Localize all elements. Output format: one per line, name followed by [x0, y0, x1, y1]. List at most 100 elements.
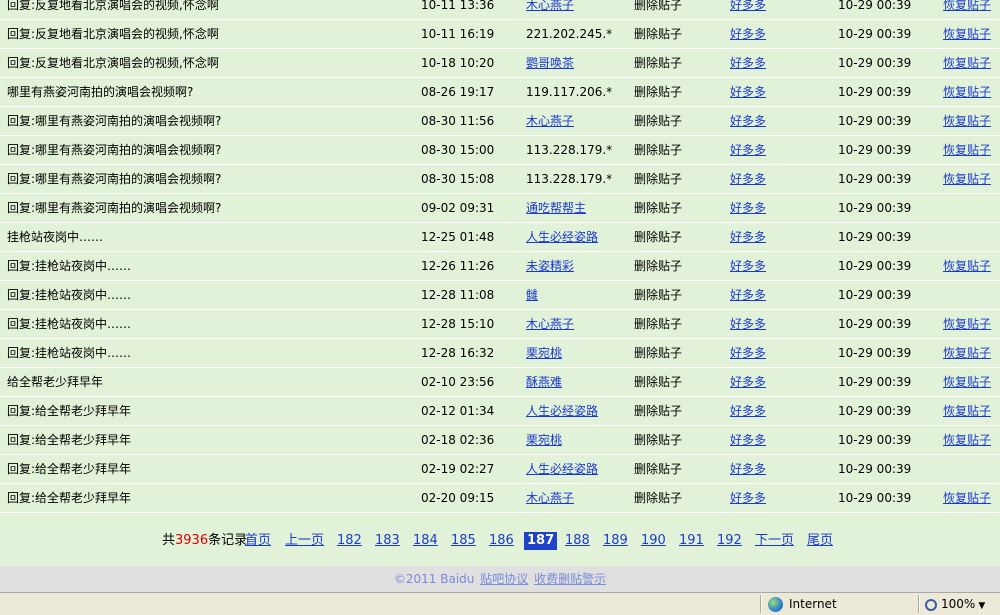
- table-row: 回复:反复地看北京演唱会的视频,怀念啊 10-11 13:36 木心燕子 删除贴子 好多…: [0, 0, 1000, 20]
- post-author[interactable]: 未姿精彩: [526, 252, 574, 280]
- page-link[interactable]: 183: [375, 532, 400, 550]
- post-author[interactable]: 栗宛桃: [526, 426, 562, 454]
- operator-link[interactable]: 好多多: [730, 78, 766, 106]
- post-author[interactable]: 鹦哥唤茶: [526, 49, 574, 77]
- page-link[interactable]: 189: [603, 532, 628, 550]
- action-type: 删除贴子: [634, 172, 683, 186]
- operation-time: 10-29 00:39: [838, 433, 912, 447]
- table-row: 回复:挂枪站夜岗中…… 12-28 16:32 栗宛桃 删除贴子 好多多 10-29 00…: [0, 339, 1000, 368]
- operator-link[interactable]: 好多多: [730, 49, 766, 77]
- action-type: 删除贴子: [634, 375, 683, 389]
- table-row: 回复:挂枪站夜岗中…… 12-28 11:08 雠 删除贴子 好多多 10-29 00:3…: [0, 281, 1000, 310]
- table-row: 回复:反复地看北京演唱会的视频,怀念啊 10-18 10:20 鹦哥唤茶 删除贴子 好多…: [0, 49, 1000, 78]
- operation-time: 10-29 00:39: [838, 230, 912, 244]
- record-count-number: 3936: [175, 533, 209, 548]
- page-link[interactable]: 182: [337, 532, 362, 550]
- post-author[interactable]: 木心燕子: [526, 0, 574, 19]
- operator-link[interactable]: 好多多: [730, 165, 766, 193]
- zoom-icon: [925, 598, 937, 611]
- operator-link[interactable]: 好多多: [730, 194, 766, 222]
- restore-post-link[interactable]: 恢复贴子: [943, 20, 991, 48]
- post-title: 回复:哪里有燕姿河南拍的演唱会视频啊?: [7, 172, 222, 186]
- post-title: 回复:反复地看北京演唱会的视频,怀念啊: [7, 0, 219, 12]
- action-type: 删除贴子: [634, 433, 683, 447]
- paid-delete-warning-link[interactable]: 收费删贴警示: [534, 572, 606, 586]
- restore-post-link[interactable]: 恢复贴子: [943, 339, 991, 367]
- post-time: 08-26 19:17: [421, 85, 495, 99]
- restore-post-link[interactable]: 恢复贴子: [943, 310, 991, 338]
- status-separator: [760, 595, 762, 613]
- post-author[interactable]: 木心燕子: [526, 107, 574, 135]
- operator-link[interactable]: 好多多: [730, 252, 766, 280]
- page-link[interactable]: 184: [413, 532, 438, 550]
- post-time: 10-11 16:19: [421, 27, 495, 41]
- action-type: 删除贴子: [634, 288, 683, 302]
- page-link[interactable]: 188: [565, 532, 590, 550]
- operator-link[interactable]: 好多多: [730, 223, 766, 251]
- operation-time: 10-29 00:39: [838, 375, 912, 389]
- operator-link[interactable]: 好多多: [730, 455, 766, 483]
- operator-link[interactable]: 好多多: [730, 281, 766, 309]
- operation-time: 10-29 00:39: [838, 259, 912, 273]
- post-time: 10-11 13:36: [421, 0, 495, 12]
- restore-post-link[interactable]: 恢复贴子: [943, 136, 991, 164]
- table-row: 回复:哪里有燕姿河南拍的演唱会视频啊? 09-02 09:31 通吃帮帮主 删除贴子 好…: [0, 194, 1000, 223]
- restore-post-link[interactable]: 恢复贴子: [943, 397, 991, 425]
- restore-post-link[interactable]: 恢复贴子: [943, 78, 991, 106]
- post-author[interactable]: 人生必经姿路: [526, 223, 598, 251]
- operator-link[interactable]: 好多多: [730, 368, 766, 396]
- restore-post-link[interactable]: 恢复贴子: [943, 49, 991, 77]
- restore-post-link[interactable]: 恢复贴子: [943, 107, 991, 135]
- page-link[interactable]: 191: [679, 532, 704, 550]
- post-author[interactable]: 木心燕子: [526, 484, 574, 512]
- post-time: 12-25 01:48: [421, 230, 495, 244]
- next-page-link[interactable]: 下一页: [755, 532, 794, 550]
- restore-post-link[interactable]: 恢复贴子: [943, 368, 991, 396]
- operator-link[interactable]: 好多多: [730, 20, 766, 48]
- operator-link[interactable]: 好多多: [730, 310, 766, 338]
- restore-post-link[interactable]: 恢复贴子: [943, 165, 991, 193]
- chevron-down-icon: ▼: [978, 601, 986, 611]
- restore-post-link[interactable]: 恢复贴子: [943, 426, 991, 454]
- table-row: 回复:给全帮老少拜早年 02-12 01:34 人生必经姿路 删除贴子 好多多 10-29…: [0, 397, 1000, 426]
- table-row: 回复:给全帮老少拜早年 02-18 02:36 栗宛桃 删除贴子 好多多 10-29 00…: [0, 426, 1000, 455]
- restore-post-link[interactable]: 恢复贴子: [943, 484, 991, 512]
- operation-time: 10-29 00:39: [838, 143, 912, 157]
- post-title: 哪里有燕姿河南拍的演唱会视频啊?: [7, 85, 194, 99]
- post-time: 12-28 16:32: [421, 346, 495, 360]
- operator-link[interactable]: 好多多: [730, 107, 766, 135]
- last-page-link[interactable]: 尾页: [807, 532, 833, 550]
- operator-link[interactable]: 好多多: [730, 484, 766, 512]
- table-row: 回复:给全帮老少拜早年 02-19 02:27 人生必经姿路 删除贴子 好多多 10-29…: [0, 455, 1000, 484]
- pagination: 共3936条记录 首页 上一页 182 183 184 185 186 187 188 189…: [0, 528, 1000, 554]
- operator-link[interactable]: 好多多: [730, 339, 766, 367]
- restore-post-link[interactable]: 恢复贴子: [943, 0, 991, 19]
- page-link[interactable]: 186: [489, 532, 514, 550]
- security-zone[interactable]: Internet: [768, 596, 837, 613]
- post-author[interactable]: 酥燕难: [526, 368, 562, 396]
- post-author[interactable]: 木心燕子: [526, 310, 574, 338]
- current-page: 187: [524, 532, 558, 550]
- first-page-link[interactable]: 首页: [245, 532, 271, 550]
- operator-link[interactable]: 好多多: [730, 397, 766, 425]
- post-title: 给全帮老少拜早年: [7, 375, 104, 389]
- post-author[interactable]: 雠: [526, 281, 538, 309]
- operator-link[interactable]: 好多多: [730, 0, 766, 19]
- zoom-control[interactable]: 100% ▼: [925, 596, 985, 613]
- action-type: 删除贴子: [634, 201, 683, 215]
- post-title: 回复:给全帮老少拜早年: [7, 404, 132, 418]
- restore-post-link[interactable]: 恢复贴子: [943, 252, 991, 280]
- page-link[interactable]: 185: [451, 532, 476, 550]
- table-row: 回复:反复地看北京演唱会的视频,怀念啊 10-11 16:19 221.202.24…: [0, 20, 1000, 49]
- operator-link[interactable]: 好多多: [730, 136, 766, 164]
- prev-page-link[interactable]: 上一页: [285, 532, 324, 550]
- operator-link[interactable]: 好多多: [730, 426, 766, 454]
- post-author[interactable]: 人生必经姿路: [526, 397, 598, 425]
- post-author[interactable]: 通吃帮帮主: [526, 194, 586, 222]
- page-link[interactable]: 190: [641, 532, 666, 550]
- page-link[interactable]: 192: [717, 532, 742, 550]
- post-author[interactable]: 栗宛桃: [526, 339, 562, 367]
- action-type: 删除贴子: [634, 27, 683, 41]
- agreement-link[interactable]: 贴吧协议: [480, 572, 528, 586]
- post-author[interactable]: 人生必经姿路: [526, 455, 598, 483]
